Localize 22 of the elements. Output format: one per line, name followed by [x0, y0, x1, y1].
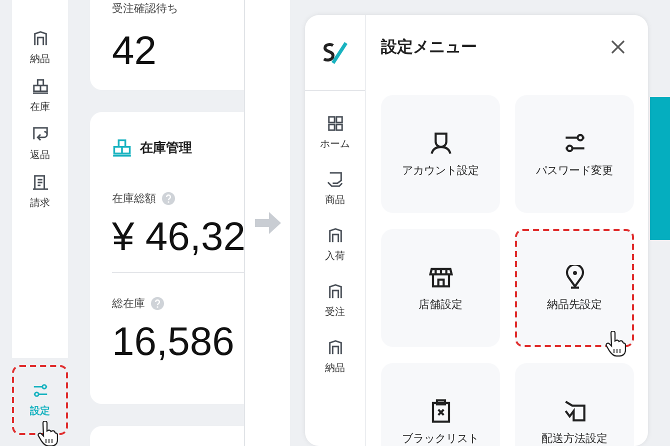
- settings-tile[interactable]: 店舗設定: [381, 229, 500, 347]
- settings-tile[interactable]: パスワード変更: [515, 95, 634, 213]
- settings-tile[interactable]: 配送方法設定: [515, 363, 634, 446]
- stat-value: ¥ 46,32: [112, 214, 244, 260]
- settings-tile[interactable]: アカウント設定: [381, 95, 500, 213]
- settings-tile[interactable]: ブラックリスト: [381, 363, 500, 446]
- stat-label: 総在庫: [112, 296, 145, 310]
- stat-label: 在庫総額: [112, 190, 156, 206]
- nav-item[interactable]: 商品: [305, 171, 365, 207]
- sidebar-item[interactable]: 在庫: [12, 78, 68, 114]
- dialog-title: 設定メニュー: [381, 36, 477, 58]
- section-title: 在庫管理: [140, 140, 192, 157]
- sidebar-item[interactable]: 請求: [12, 174, 68, 210]
- stat-value: 16,586: [112, 319, 236, 365]
- sidebar-item[interactable]: 返品: [12, 126, 68, 162]
- nav-item[interactable]: 入荷: [305, 227, 365, 263]
- nav-item[interactable]: ホーム: [305, 115, 365, 151]
- nav-item[interactable]: 納品: [305, 339, 365, 375]
- stat-label: 受注確認待ち: [112, 0, 178, 16]
- sidebar-item[interactable]: 納品: [12, 30, 68, 66]
- stat-value: 42: [112, 28, 158, 74]
- nav-item[interactable]: 受注: [305, 283, 365, 319]
